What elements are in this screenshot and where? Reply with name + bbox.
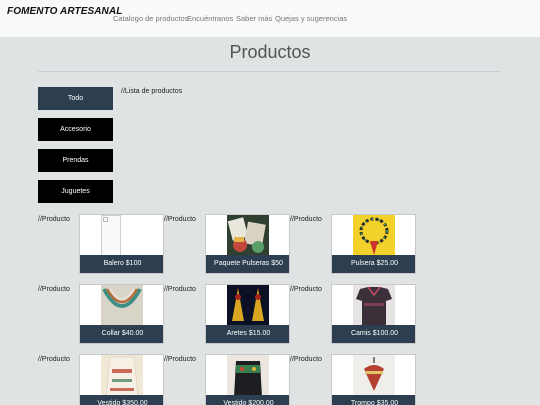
nav-link-quejas[interactable]: Quejas y sugerencias [275, 14, 347, 23]
product-comment: //Producto [164, 356, 196, 363]
bracelet-photo [332, 215, 415, 257]
product-comment: //Producto [290, 286, 322, 293]
nav-link-encuentranos[interactable]: Encuéntranos [187, 14, 233, 23]
product-card[interactable]: Collar $40.00 [79, 284, 164, 344]
category-prendas-button[interactable]: Prendas [38, 149, 113, 172]
product-caption: Pulsera $25.00 [332, 255, 415, 273]
product-card[interactable]: Aretes $15.00 [205, 284, 290, 344]
product-card[interactable]: Camis $100.00 [331, 284, 416, 344]
product-caption: Aretes $15.00 [206, 325, 289, 343]
product-caption: Trompo $35.00 [332, 395, 415, 405]
product-list-comment: //Lista de productos [121, 88, 183, 95]
product-comment: //Producto [290, 216, 322, 223]
earrings-photo [206, 285, 289, 327]
product-caption: Vestido $350.00 [80, 395, 163, 405]
nav-link-catalogo[interactable]: Catalogo de productos [113, 14, 188, 23]
product-comment: //Producto [164, 216, 196, 223]
dress-photo [80, 355, 163, 397]
broken-image-icon [80, 215, 163, 257]
divider [38, 71, 501, 72]
product-caption: Vestido $200.00 [206, 395, 289, 405]
product-card[interactable]: Trompo $35.00 [331, 354, 416, 405]
brand-logo[interactable]: FOMENTO ARTESANAL [7, 6, 122, 17]
product-comment: //Producto [38, 356, 70, 363]
bracelets-photo [206, 215, 289, 257]
nav-link-saber-mas[interactable]: Saber más [236, 14, 272, 23]
product-comment: //Producto [290, 356, 322, 363]
navbar: FOMENTO ARTESANAL Catalogo de productos … [0, 0, 540, 37]
spinning-top-photo [332, 355, 415, 397]
product-caption: Camis $100.00 [332, 325, 415, 343]
product-card[interactable]: Balero $100 [79, 214, 164, 274]
product-comment: //Producto [38, 286, 70, 293]
category-accesorio-button[interactable]: Accesorio [38, 118, 113, 141]
product-card[interactable]: Pulsera $25.00 [331, 214, 416, 274]
page-title: Productos [229, 42, 311, 62]
necklace-photo [80, 285, 163, 327]
product-caption: Paquete Pulseras $50 [206, 255, 289, 273]
product-card[interactable]: Vestido $200.00 [205, 354, 290, 405]
product-caption: Balero $100 [80, 255, 163, 273]
product-card[interactable]: Vestido $350.00 [79, 354, 164, 405]
dress-photo [206, 355, 289, 397]
product-card[interactable]: Paquete Pulseras $50 [205, 214, 290, 274]
product-comment: //Producto [164, 286, 196, 293]
category-juguetes-button[interactable]: Juguetes [38, 180, 113, 203]
category-todo-button[interactable]: Todo [38, 87, 113, 110]
product-caption: Collar $40.00 [80, 325, 163, 343]
product-comment: //Producto [38, 216, 70, 223]
shirt-photo [332, 285, 415, 327]
